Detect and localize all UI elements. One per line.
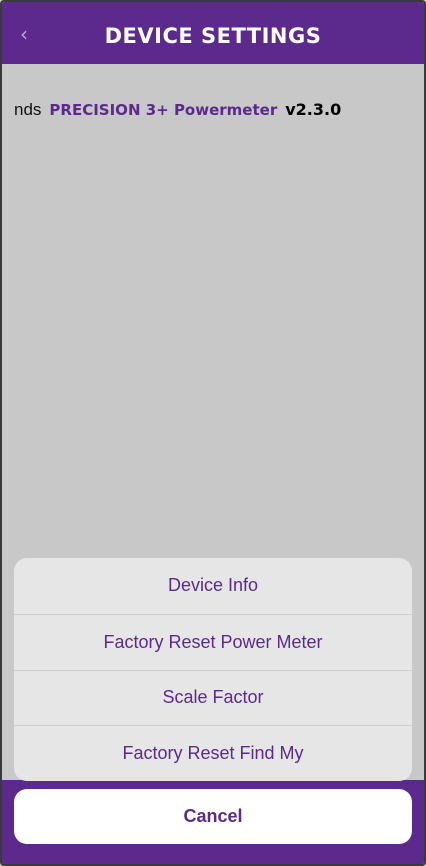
device-row: nds PRECISION 3+ Powermeter v2.3.0 xyxy=(14,100,341,120)
action-factory-reset-power-meter[interactable]: Factory Reset Power Meter xyxy=(14,613,412,670)
device-name: PRECISION 3+ Powermeter xyxy=(49,101,278,119)
cancel-button[interactable]: Cancel xyxy=(14,789,412,844)
action-factory-reset-find-my[interactable]: Factory Reset Find My xyxy=(14,725,412,781)
action-device-info[interactable]: Device Info xyxy=(14,558,412,614)
action-scale-factor[interactable]: Scale Factor xyxy=(14,669,412,726)
app-frame: ‹ DEVICE SETTINGS nds PRECISION 3+ Power… xyxy=(0,0,426,866)
device-version: v2.3.0 xyxy=(285,100,342,119)
action-sheet: Device Info Factory Reset Power Meter Sc… xyxy=(14,558,412,781)
page-title: DEVICE SETTINGS xyxy=(104,24,322,48)
top-bar: ‹ DEVICE SETTINGS xyxy=(2,2,424,64)
device-prefix: nds xyxy=(14,100,42,119)
